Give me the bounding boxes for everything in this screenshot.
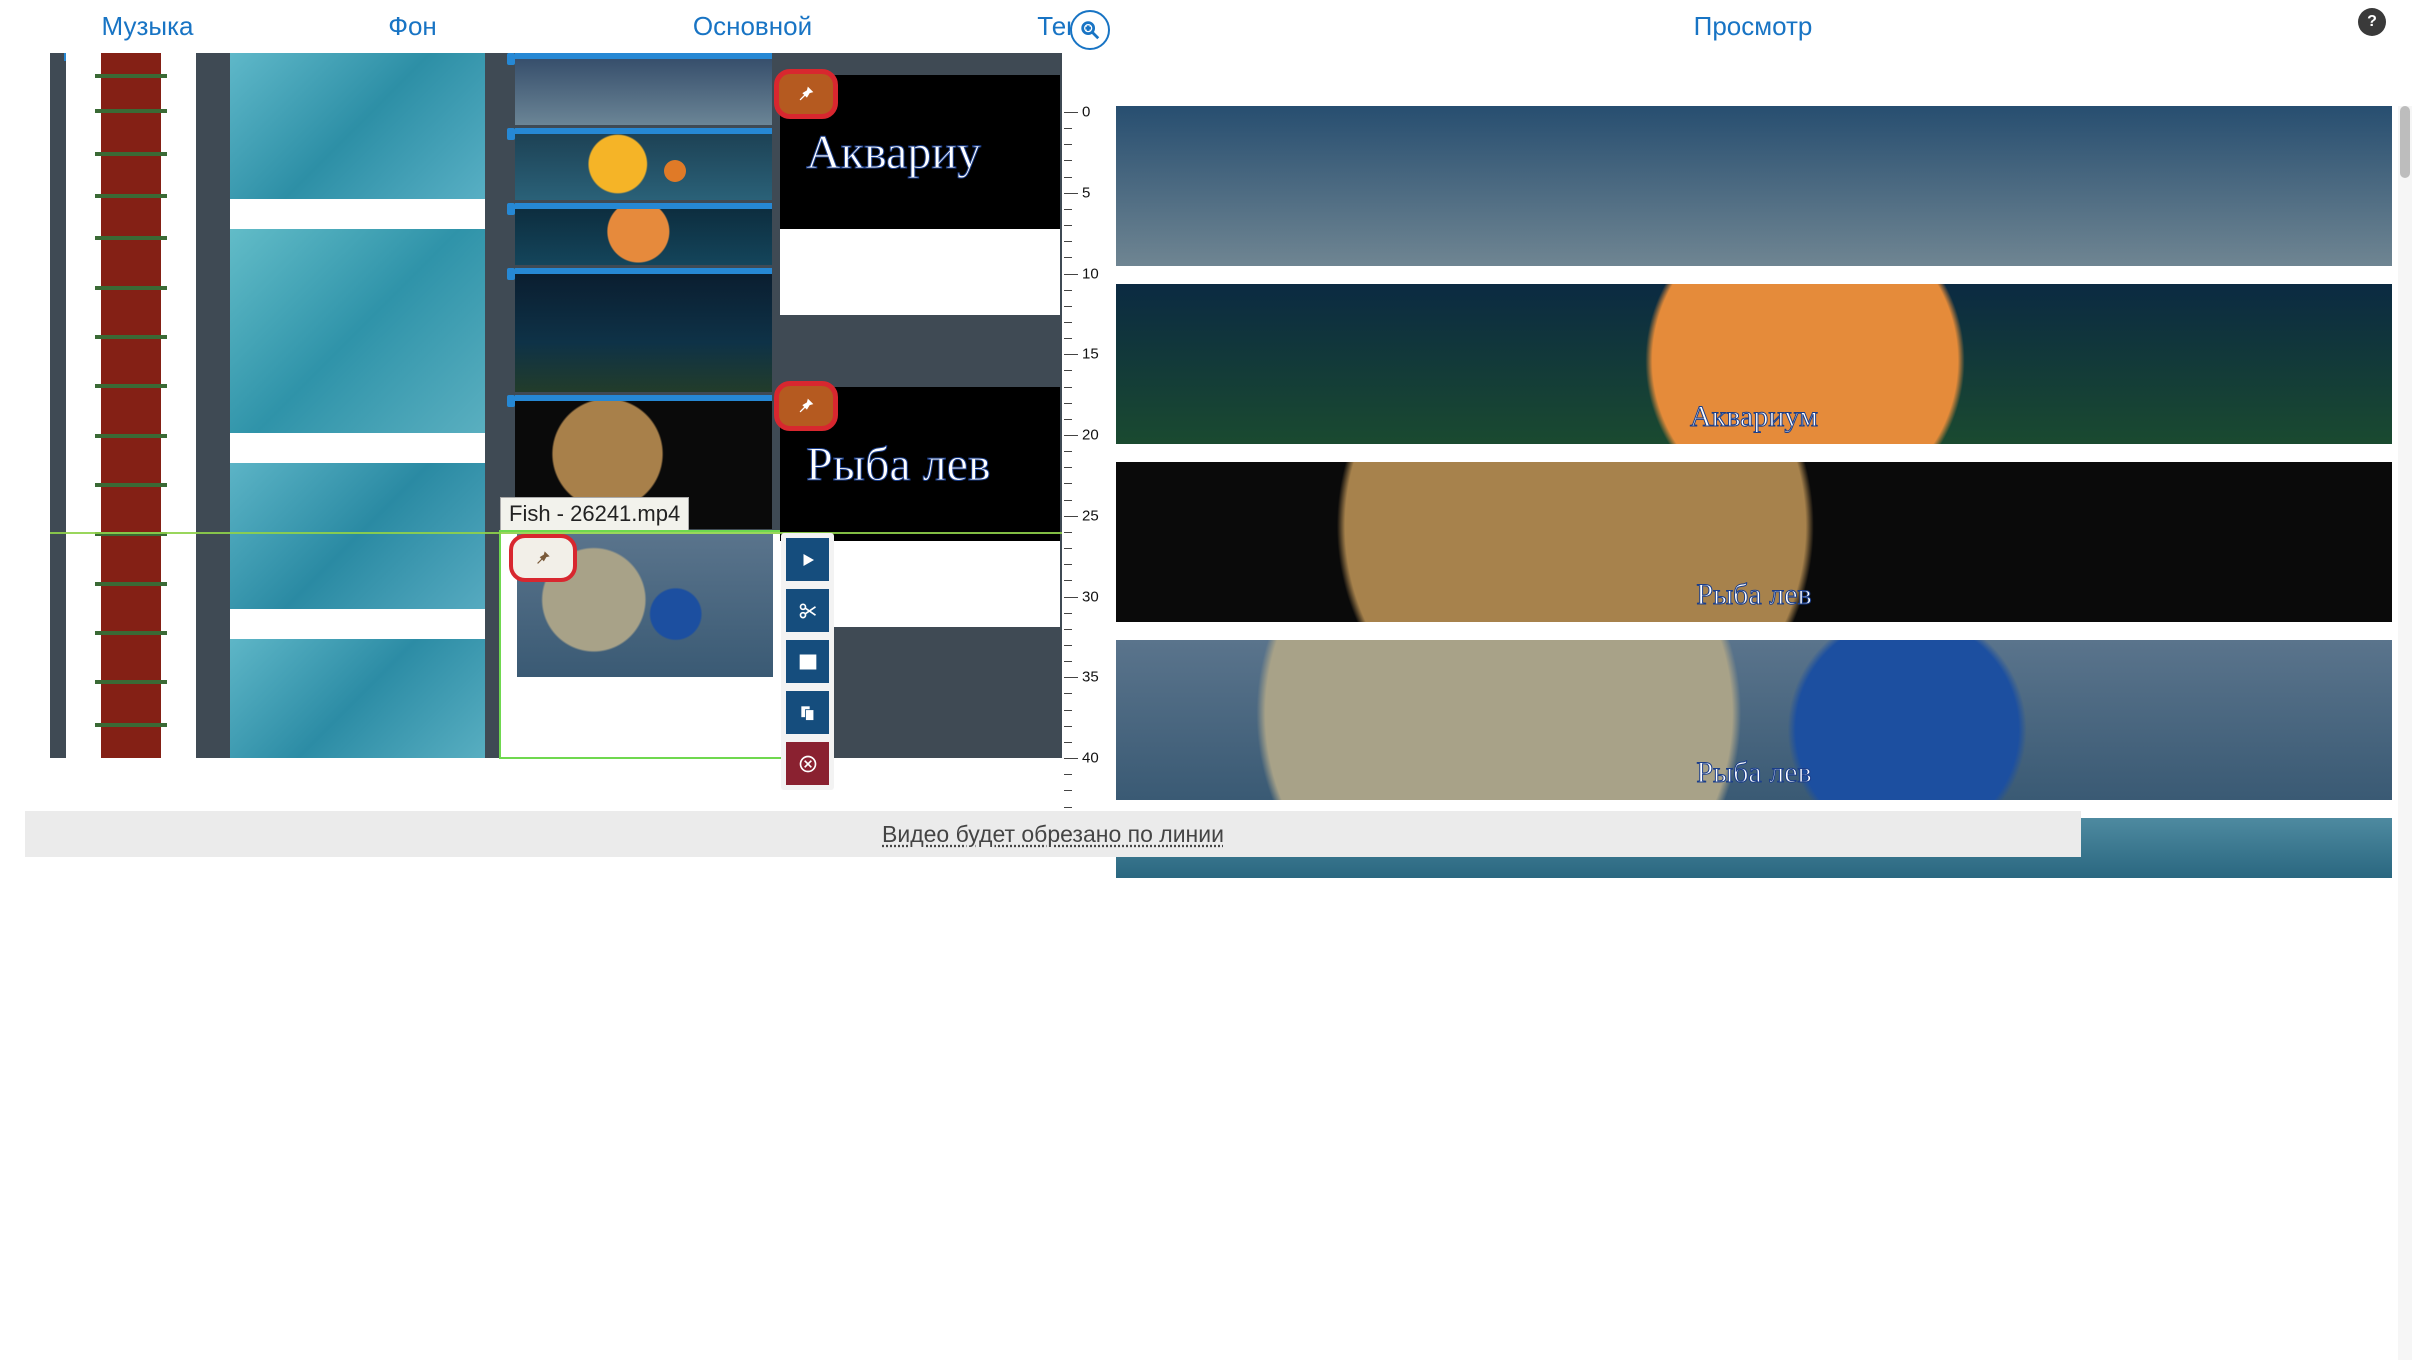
header-music: Музыка <box>50 11 245 42</box>
ruler-tick-label: 35 <box>1082 669 1099 686</box>
timeline-tracks[interactable]: Fish - 26241.mp4 Аквариу <box>50 53 1062 758</box>
track-main[interactable]: Fish - 26241.mp4 <box>515 53 772 758</box>
play-button[interactable] <box>786 538 829 581</box>
cut-button[interactable] <box>786 589 829 632</box>
preview-frame-2[interactable]: Аквариум <box>1116 284 2392 444</box>
bg-clip-1[interactable] <box>230 53 485 199</box>
vertical-scrollbar[interactable] <box>2398 106 2412 1360</box>
header-main: Основной <box>625 11 880 42</box>
bg-gap-3 <box>230 609 485 639</box>
delete-icon <box>798 754 818 774</box>
pin-annotation-1[interactable] <box>774 69 838 119</box>
preview-column: Аквариум Рыба лев Рыба лев <box>1116 106 2392 1360</box>
bg-clip-3[interactable] <box>230 463 485 609</box>
preview-frame-4[interactable]: Рыба лев <box>1116 640 2392 800</box>
zoom-in-button[interactable] <box>1070 10 1110 50</box>
header-background: Фон <box>285 11 540 42</box>
main-clip-2[interactable] <box>515 128 772 200</box>
delete-button[interactable] <box>786 742 829 785</box>
pin-annotation-2[interactable] <box>774 381 838 431</box>
time-ruler[interactable]: 051015202530354043.666 <box>1064 106 1110 826</box>
ruler-tick-label: 5 <box>1082 184 1090 201</box>
ruler-tick-label: 30 <box>1082 588 1099 605</box>
text-clip-1[interactable]: Аквариу <box>780 75 1060 315</box>
pin-icon <box>795 83 817 105</box>
text-clip-2-label: Рыба лев <box>806 437 991 492</box>
video-editor: Музыка Фон Основной Текст Просмотр ? <box>0 0 2416 1360</box>
footer-bar: Видео будет обрезано по линии <box>25 811 2081 857</box>
track-background[interactable] <box>230 53 485 758</box>
ruler-tick-label: 15 <box>1082 346 1099 363</box>
pin-icon <box>533 548 553 568</box>
preview-frame-4-label: Рыба лев <box>1696 756 1811 790</box>
preview-frame-3[interactable]: Рыба лев <box>1116 462 2392 622</box>
help-button[interactable]: ? <box>2358 8 2386 36</box>
pin-annotation-selected[interactable] <box>509 534 577 582</box>
header-preview: Просмотр <box>1120 0 2386 53</box>
copy-icon <box>798 703 818 723</box>
help-icon: ? <box>2367 13 2377 31</box>
main-clip-selected[interactable] <box>499 530 788 759</box>
audio-waveform[interactable] <box>101 53 161 758</box>
ruler-tick-label: 25 <box>1082 507 1099 524</box>
bg-clip-2[interactable] <box>230 229 485 433</box>
zoom-in-icon <box>1079 19 1101 41</box>
scissors-icon <box>798 601 818 621</box>
ruler-tick-label: 0 <box>1082 104 1090 121</box>
main-clip-3[interactable] <box>515 203 772 265</box>
copy-button[interactable] <box>786 691 829 734</box>
column-headers: Музыка Фон Основной Текст Просмотр ? <box>0 0 2416 53</box>
preview-frame-2-label: Аквариум <box>1690 400 1818 434</box>
main-clip-1[interactable] <box>515 53 772 125</box>
play-icon <box>799 551 817 569</box>
main-clip-4[interactable] <box>515 268 772 392</box>
scrollbar-thumb[interactable] <box>2400 106 2410 178</box>
bg-clip-4[interactable] <box>230 639 485 758</box>
track-music[interactable] <box>66 53 196 758</box>
ruler-tick-label: 10 <box>1082 265 1099 282</box>
ruler-tick-label: 40 <box>1082 750 1099 767</box>
ruler-tick-label: 20 <box>1082 427 1099 444</box>
preview-frame-3-label: Рыба лев <box>1696 578 1811 612</box>
playhead[interactable] <box>50 532 1062 534</box>
clip-tooltip: Fish - 26241.mp4 <box>500 497 689 531</box>
bg-gap-2 <box>230 433 485 463</box>
text-clip-1-label: Аквариу <box>806 125 981 180</box>
workspace: Fish - 26241.mp4 Аквариу <box>0 53 2416 1360</box>
preview-frame-1[interactable] <box>1116 106 2392 266</box>
footer-message: Видео будет обрезано по линии <box>882 821 1224 848</box>
clip-toolbar <box>781 533 834 790</box>
image-button[interactable] <box>786 640 829 683</box>
image-icon <box>798 652 818 672</box>
bg-gap-1 <box>230 199 485 229</box>
pin-icon <box>795 395 817 417</box>
